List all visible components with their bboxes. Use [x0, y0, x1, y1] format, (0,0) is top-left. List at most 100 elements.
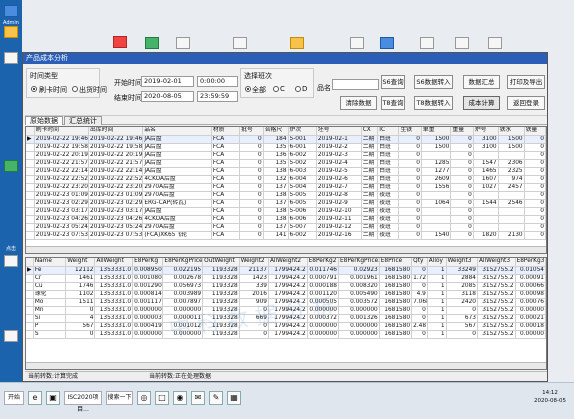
table-row[interactable]: ▶ 2019-02-22 19:46 2019-02-22 19:46 JA后盘 FCA… — [26, 135, 546, 144]
desktop-app-blue-icon[interactable] — [380, 37, 394, 49]
app-icon-1[interactable]: ◎ — [137, 391, 151, 405]
table-row[interactable]: 2019-02-22 20:19 2019-02-22 20:19 JA后盘 FCA 0… — [26, 151, 546, 160]
shift-radio-d[interactable] — [295, 86, 301, 92]
table-row[interactable]: 2019-02-22 23:20 2019-02-22 23:20 2970A后盘 F… — [26, 183, 546, 192]
bottom-header-8: E8PerKg2 — [307, 258, 339, 267]
bottom-header-1: Weight — [65, 258, 96, 267]
desktop-icon-document[interactable] — [4, 255, 18, 267]
shift-radio-all[interactable] — [245, 86, 251, 92]
table-row[interactable]: 2019-02-22 21:57 2019-02-22 21:57 JA后盘 FCA 0… — [26, 159, 546, 168]
t8-import-button[interactable]: T8数据转入 — [414, 96, 453, 110]
desktop-app-yellow-icon[interactable] — [290, 37, 304, 49]
end-time-field[interactable]: 23:59:59 — [197, 91, 238, 102]
shift-all-label: 全部 — [252, 86, 266, 94]
time-radio-out[interactable] — [72, 86, 78, 92]
table-row[interactable]: ▶ Fe 12112 1353331.0 0.008950 0.022195 1193328… — [26, 266, 546, 275]
t8-query-button[interactable]: T8查询 — [381, 96, 405, 110]
return-home-button[interactable]: 返回登录 — [507, 96, 545, 110]
table-cell: 0 — [411, 330, 428, 339]
top-table-header-row: 刷卡时间 出库时间 品名 材质 批号 合格尺 炉次 坯号 CX IC 生铁 单重… — [26, 127, 546, 136]
table-row[interactable]: 2019-02-23 01:09 2019-02-23 01:09 2970A后盘 F… — [26, 191, 546, 200]
table-row[interactable]: Si 4 1353331.0 0.000003 0.000011 1193328 669 17… — [26, 314, 546, 323]
window-titlebar[interactable]: 产品成本分析 — [23, 53, 547, 64]
table-row[interactable]: 2019-02-23 03:17 2019-02-23 03:17 JA后盘 FCA 0… — [26, 207, 546, 216]
table-cell: JA后盘 — [142, 159, 212, 168]
table-cell: 0 — [239, 330, 269, 339]
table-cell: S — [33, 330, 67, 339]
table-row[interactable]: 球化 1102 1353331.0 0.000814 0.003989 1193328 20… — [26, 290, 546, 299]
print-export-button[interactable]: 打印及导出 — [507, 75, 545, 89]
taskbar-search-button[interactable]: 搜索一下 — [106, 391, 133, 405]
table-cell: 2016 — [239, 290, 269, 299]
table-row[interactable]: 2019-02-23 07:53 2019-02-23 07:53 (FCA)XK6… — [26, 231, 546, 240]
desktop-icon-app[interactable] — [4, 330, 18, 342]
start-date-field[interactable]: 2019-02-01 — [141, 76, 194, 87]
tab-raw-data[interactable]: 原始数据 — [25, 116, 63, 125]
table-row[interactable]: P 567 1353331.0 0.000419 0.001012 1193328 0 179… — [26, 322, 546, 331]
table-row[interactable]: Cr 1461 1353331.0 0.001080 0.002678 1193328 14… — [26, 274, 546, 283]
table-row[interactable]: 2019-02-22 22:52 2019-02-22 22:52 4CKOA后盘 F… — [26, 175, 546, 184]
start-button[interactable]: 开始 — [4, 391, 24, 405]
table-row[interactable]: 2019-02-22 19:58 2019-02-22 19:58 JA后盘 FCA 0… — [26, 143, 546, 152]
product-input[interactable] — [332, 79, 379, 90]
table-cell — [421, 191, 452, 200]
time-radio-card[interactable] — [31, 86, 37, 92]
folder-icon[interactable]: ▣ — [46, 391, 60, 405]
s6-query-button[interactable]: S6查询 — [381, 75, 405, 89]
desktop-icon-file[interactable] — [4, 52, 18, 64]
table-cell: 0 — [239, 207, 264, 216]
table-cell: 2306 — [498, 159, 525, 168]
row-indicator — [26, 330, 34, 339]
data-summary-button[interactable]: 数据汇总 — [463, 75, 500, 89]
s6-import-button[interactable]: S6数据转入 — [414, 75, 453, 89]
table-cell: 白班 — [377, 175, 400, 184]
app-icon-6[interactable]: ▦ — [227, 391, 241, 405]
table-row[interactable]: 2019-02-23 04:26 2019-02-23 04:26 4CKOA后盘 F… — [26, 215, 546, 224]
table-row[interactable]: Cu 1746 1353331.0 0.001290 0.056973 1193328 33… — [26, 282, 546, 291]
table-row[interactable]: 2019-02-22 22:14 2019-02-22 22:14 JA后盘 FCA 0… — [26, 167, 546, 176]
app-icon-4[interactable]: ✉ — [191, 391, 205, 405]
app-icon-2[interactable]: □ — [155, 391, 169, 405]
table-cell: 0 — [450, 223, 474, 232]
table-cell: 0 — [450, 183, 474, 192]
table-cell: 2019-02-22 22:14 — [88, 167, 144, 176]
cost-calc-button[interactable]: 成本计算 — [463, 96, 500, 110]
desktop-app-gray-icon[interactable] — [176, 37, 190, 49]
table-cell: 0 — [239, 135, 264, 144]
browser-icon[interactable]: e — [28, 391, 42, 405]
table-cell: 0 — [450, 175, 474, 184]
desktop-icon-folder[interactable] — [4, 26, 18, 38]
table-row[interactable]: Mn 0 1353331.0 0.000000 0.000000 1193328 0 1799… — [26, 306, 546, 315]
table-cell: JA后盘 — [142, 151, 212, 160]
bottom-grid-horizontal-scrollbar[interactable] — [26, 362, 546, 369]
table-row[interactable]: S 0 1353331.0 0.000000 0.000000 1193328 0 17994… — [26, 330, 546, 339]
table-cell: 0 — [239, 199, 264, 208]
end-date-field[interactable]: 2020-08-05 — [141, 91, 194, 102]
start-time-field[interactable]: 0:00:00 — [197, 76, 238, 87]
bottom-header-13: Weight3 — [446, 258, 478, 267]
app-icon-5[interactable]: ✎ — [209, 391, 223, 405]
desktop-app-red-icon[interactable] — [113, 36, 127, 48]
tab-summary[interactable]: 汇总统计 — [64, 116, 102, 125]
app-icon-3[interactable]: ◉ — [173, 391, 187, 405]
desktop-icon-computer[interactable] — [4, 5, 18, 17]
top-grid-horizontal-scrollbar[interactable] — [26, 246, 546, 253]
desktop-app-green-icon[interactable] — [145, 37, 159, 49]
table-cell: 二期 — [361, 167, 379, 176]
desktop-app-file-icon[interactable] — [350, 37, 364, 49]
table-cell: 2.48 — [411, 322, 428, 331]
table-row[interactable]: Mo 1511 1353331.0 0.001117 0.007897 1193328 90… — [26, 298, 546, 307]
clear-data-button[interactable]: 清除数据 — [340, 96, 377, 110]
table-cell: 5-006 — [288, 207, 317, 216]
desktop-app-sheet-icon[interactable] — [488, 37, 502, 49]
table-row[interactable]: 2019-02-23 05:24 2019-02-23 05:24 2970A后盘 F… — [26, 223, 546, 232]
top-header-0: 刷卡时间 — [34, 127, 90, 136]
desktop-icon-green[interactable] — [4, 160, 18, 172]
desktop-app-doc-icon[interactable] — [420, 37, 434, 49]
table-row[interactable]: 2019-02-23 02:29 2019-02-23 02:29 ERG-CAP(… — [26, 199, 546, 208]
shift-radio-c[interactable] — [273, 86, 279, 92]
taskbar-clock[interactable]: 14:12 2020-08-05 — [534, 389, 566, 405]
desktop-app-window-icon[interactable] — [233, 37, 247, 49]
taskbar-app-button[interactable]: ISC2020项目... — [64, 391, 102, 413]
desktop-app-page-icon[interactable] — [455, 37, 469, 49]
